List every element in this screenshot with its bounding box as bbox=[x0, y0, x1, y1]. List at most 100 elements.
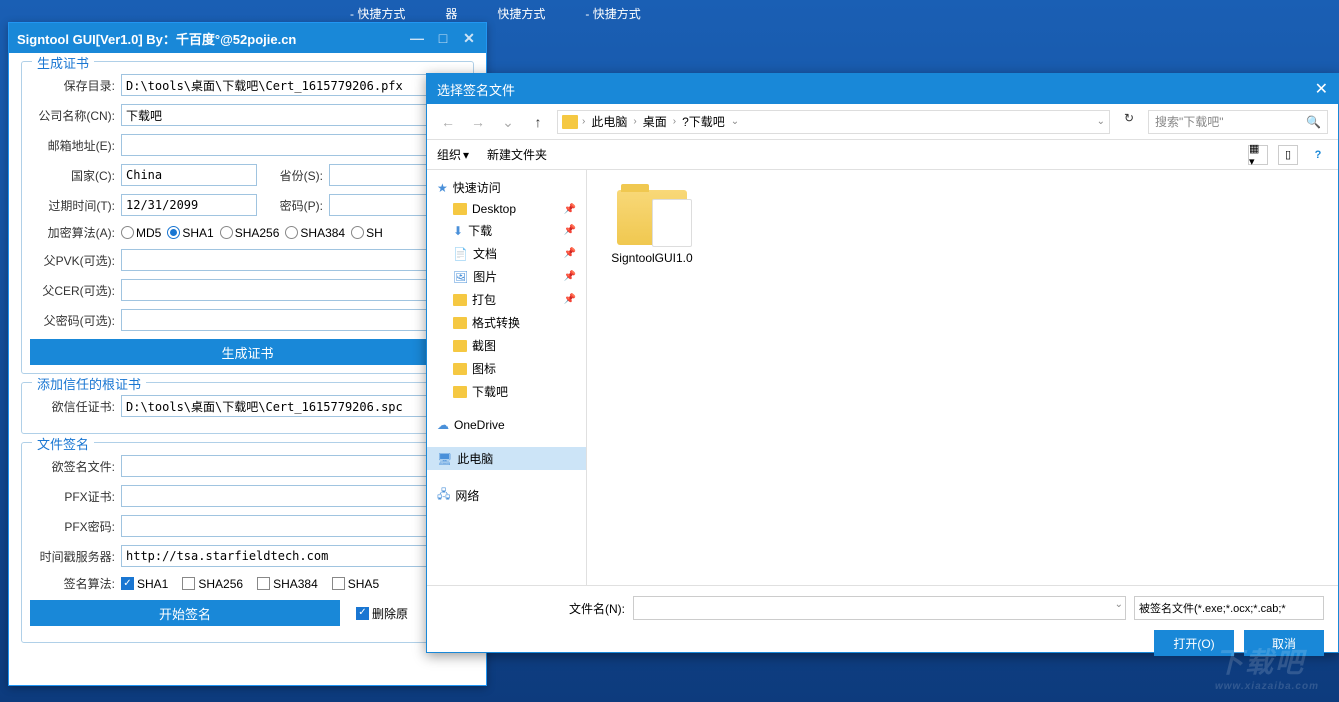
shortcut[interactable]: - 快捷方式 bbox=[350, 5, 405, 22]
pin-icon: 📌 bbox=[564, 225, 576, 236]
signtool-window: Signtool GUI[Ver1.0] By：千百度°@52pojie.cn … bbox=[8, 22, 487, 686]
section-legend: 添加信任的根证书 bbox=[32, 374, 146, 393]
new-folder-button[interactable]: 新建文件夹 bbox=[487, 146, 547, 163]
company-input[interactable] bbox=[121, 104, 465, 126]
minimize-button[interactable]: — bbox=[408, 29, 426, 47]
algo-sha1[interactable]: SHA1 bbox=[167, 226, 213, 240]
expire-input[interactable] bbox=[121, 194, 257, 216]
back-button[interactable]: ← bbox=[437, 111, 459, 133]
file-item-signtoolgui[interactable]: SigntoolGUI1.0 bbox=[602, 185, 702, 270]
filename-label: 文件名(N): bbox=[569, 600, 625, 617]
sidebar-item-downloads[interactable]: ⬇下载📌 bbox=[427, 219, 586, 242]
save-dir-input[interactable] bbox=[121, 74, 465, 96]
sidebar: ★ 快速访问 Desktop📌 ⬇下载📌 📄文档📌 🖼图片📌 打包📌 格式转换 … bbox=[427, 170, 587, 585]
sign-sha1[interactable]: SHA1 bbox=[121, 577, 168, 591]
forward-button[interactable]: → bbox=[467, 111, 489, 133]
shortcut[interactable]: - 快捷方式 bbox=[585, 5, 640, 22]
preview-pane-button[interactable]: ▯ bbox=[1278, 145, 1298, 165]
breadcrumb-desktop[interactable]: 桌面 bbox=[641, 113, 669, 130]
up-button[interactable]: ↑ bbox=[527, 111, 549, 133]
maximize-button[interactable]: □ bbox=[434, 29, 452, 47]
folder-icon bbox=[453, 203, 467, 215]
algo-sha384[interactable]: SHA384 bbox=[285, 226, 345, 240]
sidebar-item-convert[interactable]: 格式转换 bbox=[427, 311, 586, 334]
sidebar-onedrive[interactable]: ☁OneDrive bbox=[427, 415, 586, 435]
trust-cert-section: 添加信任的根证书 欲信任证书: bbox=[21, 382, 474, 434]
folder-icon bbox=[453, 340, 467, 352]
delete-original-checkbox[interactable]: 删除原 bbox=[356, 605, 408, 622]
breadcrumb-pc[interactable]: 此电脑 bbox=[589, 113, 629, 130]
chevron-down-icon[interactable]: ⌄ bbox=[1115, 599, 1123, 610]
close-button[interactable]: ✕ bbox=[460, 29, 478, 47]
sidebar-item-xiazaiba[interactable]: 下载吧 bbox=[427, 380, 586, 403]
section-legend: 文件签名 bbox=[32, 434, 94, 453]
pin-icon: 📌 bbox=[564, 204, 576, 215]
start-sign-button[interactable]: 开始签名 bbox=[30, 600, 340, 626]
sidebar-item-dabao[interactable]: 打包📌 bbox=[427, 288, 586, 311]
algo-md5[interactable]: MD5 bbox=[121, 226, 161, 240]
email-label: 邮箱地址(E): bbox=[30, 137, 115, 154]
window-title: Signtool GUI[Ver1.0] By：千百度°@52pojie.cn bbox=[17, 29, 408, 48]
chevron-right-icon[interactable]: › bbox=[582, 116, 585, 127]
folder-icon bbox=[453, 386, 467, 398]
sign-algo-label: 签名算法: bbox=[30, 575, 115, 592]
shortcut[interactable]: 快捷方式 bbox=[497, 5, 545, 22]
file-sign-section: 文件签名 欲签名文件: PFX证书: PFX密码: 时间戳服务器: 签名算法: … bbox=[21, 442, 474, 643]
sidebar-network[interactable]: 🖧网络 bbox=[427, 482, 586, 509]
trust-cert-input[interactable] bbox=[121, 395, 465, 417]
file-dialog-titlebar[interactable]: 选择签名文件 ✕ bbox=[427, 74, 1338, 104]
chevron-down-icon[interactable]: ⌄ bbox=[1097, 116, 1105, 127]
toolbar: 组织 ▾ 新建文件夹 ▦ ▾ ▯ ? bbox=[427, 140, 1338, 170]
expire-label: 过期时间(T): bbox=[30, 197, 115, 214]
breadcrumb[interactable]: › 此电脑 › 桌面 › ?下载吧 ⌄ ⌄ bbox=[557, 110, 1110, 134]
view-button[interactable]: ▦ ▾ bbox=[1248, 145, 1268, 165]
sign-sha256[interactable]: SHA256 bbox=[182, 577, 243, 591]
chevron-down-icon[interactable]: ⌄ bbox=[731, 116, 739, 127]
parent-cer-input[interactable] bbox=[121, 279, 465, 301]
search-input[interactable]: 搜索"下载吧" 🔍 bbox=[1148, 110, 1328, 134]
nav-bar: ← → ⌄ ↑ › 此电脑 › 桌面 › ?下载吧 ⌄ ⌄ ↻ 搜索"下载吧" … bbox=[427, 104, 1338, 140]
recent-dropdown[interactable]: ⌄ bbox=[497, 111, 519, 133]
sidebar-this-pc[interactable]: 🖥此电脑 bbox=[427, 447, 586, 470]
algo-sha256[interactable]: SHA256 bbox=[220, 226, 280, 240]
sidebar-item-pictures[interactable]: 🖼图片📌 bbox=[427, 265, 586, 288]
organize-button[interactable]: 组织 ▾ bbox=[437, 146, 469, 163]
sign-file-input[interactable] bbox=[121, 455, 465, 477]
shortcut[interactable]: 器 bbox=[445, 5, 457, 22]
parent-pwd-label: 父密码(可选): bbox=[30, 312, 115, 329]
email-input[interactable] bbox=[121, 134, 465, 156]
pin-icon: 📌 bbox=[564, 294, 576, 305]
sign-sha384[interactable]: SHA384 bbox=[257, 577, 318, 591]
document-icon: 📄 bbox=[453, 247, 468, 261]
sidebar-quick-access[interactable]: ★ 快速访问 bbox=[427, 176, 586, 199]
sidebar-item-documents[interactable]: 📄文档📌 bbox=[427, 242, 586, 265]
folder-icon bbox=[562, 115, 578, 129]
help-button[interactable]: ? bbox=[1308, 145, 1328, 165]
pc-icon: 🖥 bbox=[437, 452, 452, 466]
breadcrumb-current[interactable]: ?下载吧 bbox=[680, 113, 727, 130]
section-legend: 生成证书 bbox=[32, 53, 94, 72]
close-icon[interactable]: ✕ bbox=[1315, 79, 1328, 99]
sidebar-item-desktop[interactable]: Desktop📌 bbox=[427, 199, 586, 219]
password-label: 密码(P): bbox=[263, 197, 323, 214]
country-input[interactable] bbox=[121, 164, 257, 186]
refresh-button[interactable]: ↻ bbox=[1118, 111, 1140, 133]
pfx-cert-input[interactable] bbox=[121, 485, 465, 507]
parent-pvk-input[interactable] bbox=[121, 249, 465, 271]
ts-server-input[interactable] bbox=[121, 545, 465, 567]
sign-sha512[interactable]: SHA5 bbox=[332, 577, 379, 591]
signtool-titlebar[interactable]: Signtool GUI[Ver1.0] By：千百度°@52pojie.cn … bbox=[9, 23, 486, 53]
chevron-right-icon[interactable]: › bbox=[633, 116, 636, 127]
file-list[interactable]: SigntoolGUI1.0 bbox=[587, 170, 1338, 585]
generate-cert-button[interactable]: 生成证书 bbox=[30, 339, 465, 365]
sidebar-item-icons[interactable]: 图标 bbox=[427, 357, 586, 380]
chevron-right-icon[interactable]: › bbox=[673, 116, 676, 127]
pfx-pwd-input[interactable] bbox=[121, 515, 465, 537]
file-filter-dropdown[interactable]: 被签名文件(*.exe;*.ocx;*.cab;* bbox=[1134, 596, 1324, 620]
save-dir-label: 保存目录: bbox=[30, 77, 115, 94]
generate-cert-section: 生成证书 保存目录: 公司名称(CN): 邮箱地址(E): 国家(C): 省份(… bbox=[21, 61, 474, 374]
sidebar-item-screenshot[interactable]: 截图 bbox=[427, 334, 586, 357]
algo-sha512[interactable]: SH bbox=[351, 226, 383, 240]
parent-pwd-input[interactable] bbox=[121, 309, 465, 331]
filename-input[interactable]: ⌄ bbox=[633, 596, 1126, 620]
